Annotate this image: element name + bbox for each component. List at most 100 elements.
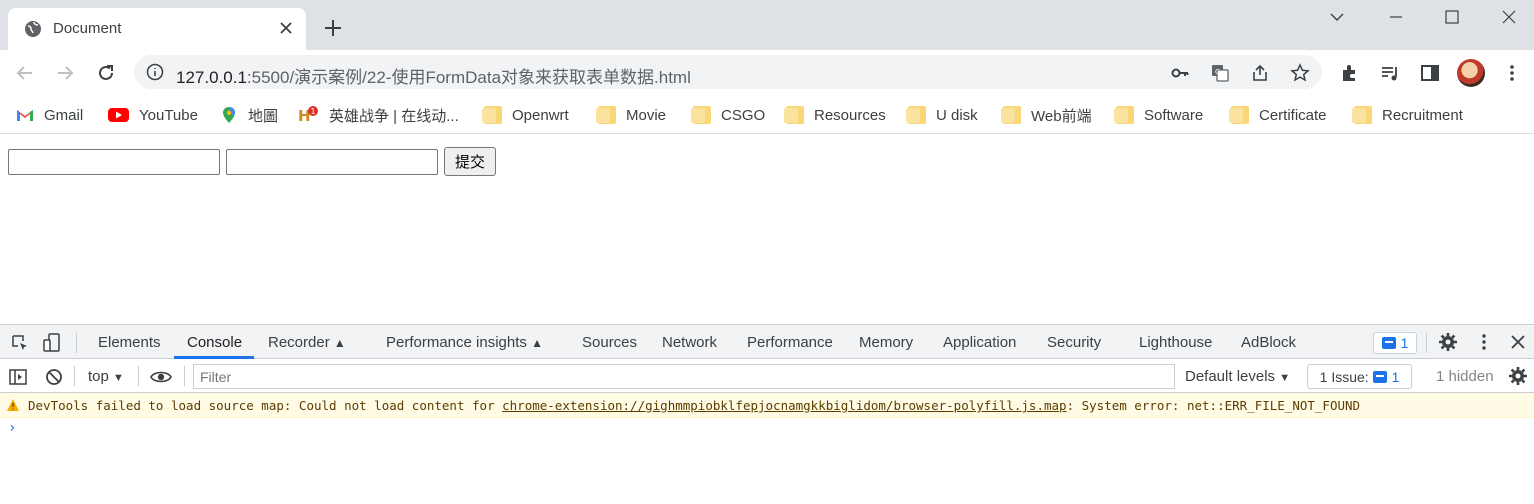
bookmark-folder-recruitment[interactable]: Recruitment — [1352, 104, 1463, 126]
devtools-tab-memory[interactable]: Memory — [859, 334, 913, 351]
share-icon[interactable] — [1250, 63, 1270, 83]
devtools-tab-application[interactable]: Application — [943, 334, 1016, 351]
more-options-icon[interactable] — [1474, 332, 1494, 352]
url-text: 127.0.0.1:5500/演示案例/22-使用FormData对象来获取表单… — [176, 68, 691, 87]
clear-console-icon[interactable] — [44, 367, 64, 387]
settings-gear-icon[interactable] — [1438, 332, 1458, 352]
close-tab-icon[interactable] — [276, 18, 296, 38]
folder-icon — [906, 106, 926, 124]
youtube-icon — [108, 108, 129, 122]
inspect-element-icon[interactable] — [10, 333, 30, 353]
bookmark-folder-certificate[interactable]: Certificate — [1229, 104, 1327, 126]
console-warning-message: DevTools failed to load source map: Coul… — [0, 393, 1534, 418]
bookmark-youtube[interactable]: YouTube — [108, 104, 198, 126]
browser-tab[interactable]: Document — [8, 8, 306, 50]
site-info-icon[interactable] — [146, 63, 164, 81]
separator — [1426, 333, 1427, 353]
sidebar-toggle-icon[interactable] — [8, 367, 28, 387]
menu-icon[interactable] — [1501, 62, 1523, 84]
minimize-icon[interactable] — [1385, 6, 1407, 28]
folder-icon — [784, 106, 804, 124]
bookmark-maps[interactable]: 地圖 — [220, 104, 278, 126]
svg-text:1: 1 — [311, 107, 316, 116]
bookmark-folder-resources[interactable]: Resources — [784, 104, 886, 126]
globe-icon — [25, 21, 41, 37]
bookmark-game[interactable]: H1 英雄战争 | 在线动... — [298, 104, 459, 126]
bookmarks-bar: Gmail YouTube 地圖 H1 英雄战争 | 在线动... Openwr… — [0, 96, 1534, 134]
context-selector[interactable]: top ▼ — [88, 368, 124, 385]
reload-icon[interactable] — [95, 62, 117, 84]
separator — [138, 366, 139, 386]
separator — [74, 366, 75, 386]
form-input-1[interactable] — [8, 149, 220, 175]
messages-badge[interactable]: 1 — [1373, 332, 1417, 354]
console-filter-bar: top ▼ Default levels ▼ 1 Issue: 1 1 hidd… — [0, 360, 1534, 393]
key-icon[interactable] — [1170, 63, 1190, 83]
devtools-tab-console[interactable]: Console — [187, 334, 242, 351]
flask-icon: ▲ — [333, 336, 346, 350]
back-icon[interactable] — [14, 62, 36, 84]
translate-icon[interactable]: G — [1210, 63, 1230, 83]
devtools-tab-network[interactable]: Network — [662, 334, 717, 351]
devtools-panel: Elements Console Recorder ▲ Performance … — [0, 324, 1534, 504]
hidden-count: 1 hidden — [1436, 368, 1494, 385]
forward-icon[interactable] — [54, 62, 76, 84]
bookmark-folder-movie[interactable]: Movie — [596, 104, 666, 126]
folder-icon — [1114, 106, 1134, 124]
devtools-tab-elements[interactable]: Elements — [98, 334, 161, 351]
new-tab-icon[interactable] — [322, 17, 344, 39]
bookmark-folder-udisk[interactable]: U disk — [906, 104, 978, 126]
folder-icon — [482, 106, 502, 124]
console-settings-icon[interactable] — [1508, 366, 1528, 386]
bookmark-folder-csgo[interactable]: CSGO — [691, 104, 765, 126]
media-control-icon[interactable] — [1379, 62, 1401, 84]
source-map-link[interactable]: chrome-extension://gighmmpiobklfepjocnam… — [502, 398, 1066, 413]
browser-toolbar: 127.0.0.1:5500/演示案例/22-使用FormData对象来获取表单… — [0, 50, 1534, 96]
close-window-icon[interactable] — [1498, 6, 1520, 28]
log-levels-dropdown[interactable]: Default levels ▼ — [1185, 368, 1290, 385]
address-bar[interactable]: 127.0.0.1:5500/演示案例/22-使用FormData对象来获取表单… — [134, 55, 1322, 89]
profile-avatar[interactable] — [1457, 59, 1485, 87]
gmail-icon — [17, 110, 33, 121]
live-expression-eye-icon[interactable] — [150, 367, 172, 387]
message-icon — [1381, 337, 1396, 349]
star-icon[interactable] — [1290, 63, 1310, 83]
issues-button[interactable]: 1 Issue: 1 — [1307, 364, 1412, 389]
folder-icon — [596, 106, 616, 124]
side-panel-icon[interactable] — [1419, 62, 1441, 84]
close-devtools-icon[interactable] — [1508, 332, 1528, 352]
dropdown-arrow-icon: ▼ — [113, 372, 124, 384]
dropdown-arrow-icon: ▼ — [1279, 372, 1291, 384]
console-filter-input[interactable] — [193, 364, 1175, 389]
bookmark-gmail[interactable]: Gmail — [16, 104, 83, 126]
maximize-icon[interactable] — [1441, 6, 1463, 28]
maps-icon — [223, 107, 235, 123]
flask-icon: ▲ — [531, 336, 543, 350]
console-prompt[interactable]: › — [8, 420, 16, 436]
extensions-icon[interactable] — [1339, 62, 1361, 84]
page-content: 提交 — [0, 135, 1534, 324]
active-tab-indicator — [174, 356, 254, 359]
submit-button[interactable]: 提交 — [444, 147, 496, 176]
bookmark-folder-web[interactable]: Web前端 — [1001, 104, 1092, 126]
bookmark-folder-software[interactable]: Software — [1114, 104, 1203, 126]
warning-icon — [7, 399, 19, 411]
folder-icon — [1229, 106, 1249, 124]
devtools-tab-performance[interactable]: Performance — [747, 334, 833, 351]
tab-title: Document — [53, 20, 122, 37]
devtools-tabbar: Elements Console Recorder ▲ Performance … — [0, 325, 1534, 359]
devtools-tab-recorder[interactable]: Recorder ▲ — [268, 334, 346, 351]
devtools-tab-adblock[interactable]: AdBlock — [1241, 334, 1296, 351]
form-input-2[interactable] — [226, 149, 438, 175]
devtools-tab-security[interactable]: Security — [1047, 334, 1101, 351]
warning-text: DevTools failed to load source map: Coul… — [28, 398, 1361, 413]
tab-search-icon[interactable] — [1326, 6, 1348, 28]
devtools-tab-lighthouse[interactable]: Lighthouse — [1139, 334, 1212, 351]
tab-strip: Document — [0, 0, 1534, 50]
bookmark-folder-openwrt[interactable]: Openwrt — [482, 104, 569, 126]
devtools-tab-performance-insights[interactable]: Performance insights ▲ — [386, 334, 543, 351]
device-toolbar-icon[interactable] — [42, 332, 62, 354]
devtools-tab-sources[interactable]: Sources — [582, 334, 637, 351]
folder-icon — [1352, 106, 1372, 124]
folder-icon — [691, 106, 711, 124]
